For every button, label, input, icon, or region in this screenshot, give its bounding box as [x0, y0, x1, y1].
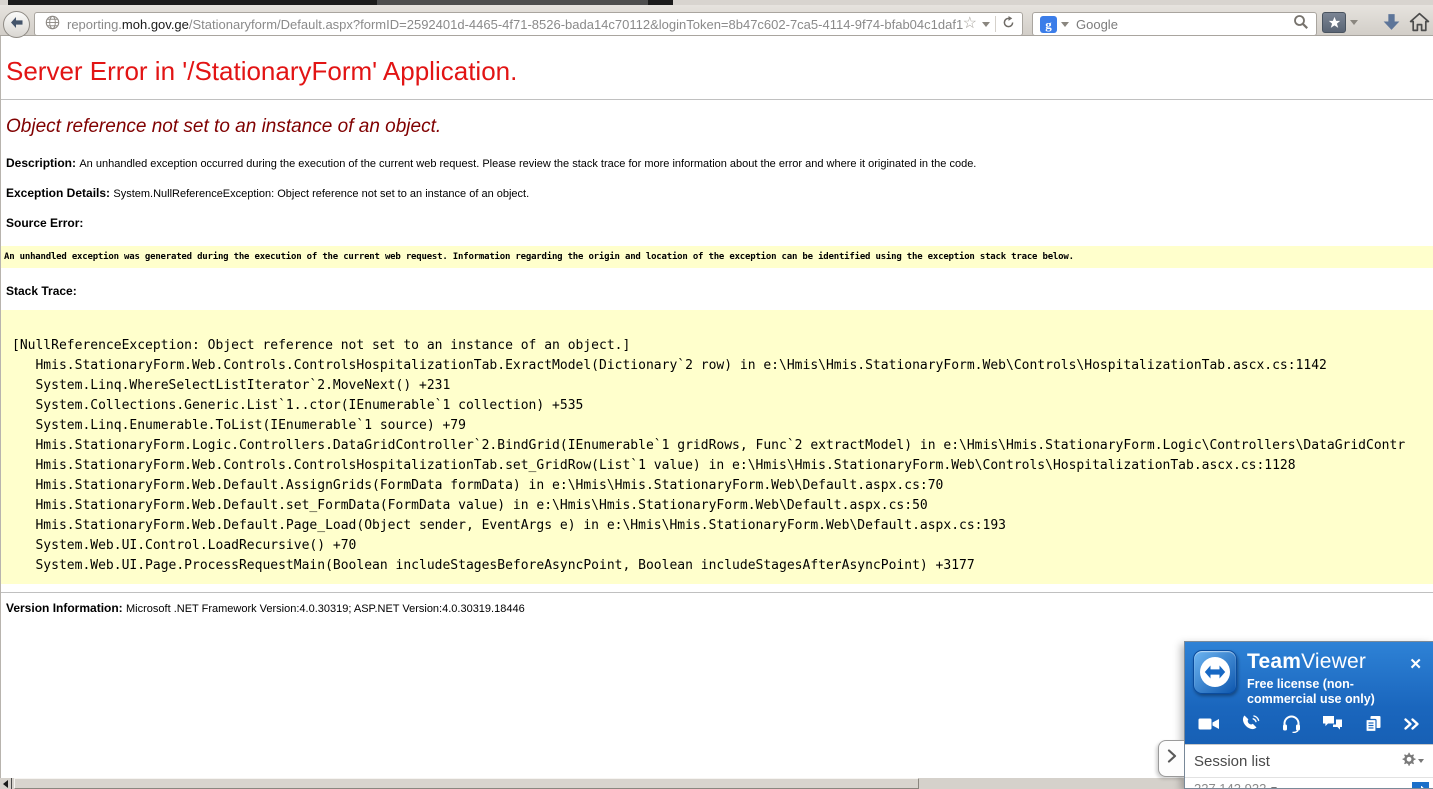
source-error-box: An unhandled exception was generated dur…	[0, 246, 1433, 268]
page-title: Server Error in '/StationaryForm' Applic…	[6, 56, 1433, 87]
bookmark-star-icon[interactable]: ☆	[963, 16, 977, 32]
browser-toolbar: reporting.moh.gov.ge/Stationaryform/Defa…	[0, 5, 1433, 36]
home-button[interactable]	[1409, 12, 1430, 37]
downloads-button[interactable]	[1381, 12, 1402, 38]
scroll-left-arrow-icon	[3, 780, 8, 788]
url-input[interactable]: reporting.moh.gov.ge/Stationaryform/Defa…	[34, 12, 1023, 36]
description-text: An unhandled exception occurred during t…	[79, 158, 976, 170]
more-actions-icon[interactable]	[1403, 717, 1420, 736]
back-button[interactable]	[3, 11, 30, 38]
gear-caret-icon	[1418, 759, 1424, 763]
reload-icon[interactable]	[1001, 15, 1016, 33]
gear-icon	[1401, 752, 1416, 771]
exception-details-text: System.NullReferenceException: Object re…	[113, 188, 529, 200]
file-transfer-icon[interactable]	[1364, 715, 1382, 738]
exception-details-line: Exception Details: System.NullReferenceE…	[6, 186, 1433, 200]
teamviewer-header: TeamViewer Free license (non-commercial …	[1185, 642, 1433, 708]
teamviewer-panel: TeamViewer Free license (non-commercial …	[1184, 641, 1433, 789]
search-engine-caret-icon[interactable]	[1061, 22, 1069, 27]
scrollbar-thumb[interactable]	[14, 778, 919, 789]
teamviewer-title: TeamViewer	[1247, 650, 1409, 674]
connect-button[interactable]	[1412, 782, 1429, 789]
exception-details-label: Exception Details:	[6, 186, 113, 200]
error-page: Server Error in '/StationaryForm' Applic…	[0, 36, 1433, 615]
divider	[995, 16, 996, 32]
divider	[0, 592, 1433, 593]
back-arrow-icon	[9, 16, 24, 34]
session-list-label: Session list	[1194, 753, 1270, 770]
version-information-line: Version Information: Microsoft .NET Fram…	[6, 601, 1433, 615]
teamviewer-title-rest: Viewer	[1301, 650, 1366, 673]
error-subtitle: Object reference not set to an instance …	[6, 116, 1433, 138]
teamviewer-collapse-tab[interactable]	[1158, 740, 1184, 777]
teamviewer-license-text: Free license (non-commercial use only)	[1247, 677, 1409, 707]
description-label: Description:	[6, 156, 79, 170]
url-text: reporting.moh.gov.ge/Stationaryform/Defa…	[67, 17, 963, 32]
video-call-icon[interactable]	[1198, 716, 1220, 737]
source-error-label: Source Error:	[6, 216, 1433, 230]
version-information-text: Microsoft .NET Framework Version:4.0.303…	[126, 603, 525, 615]
close-icon[interactable]: ✕	[1409, 655, 1422, 673]
headset-icon[interactable]	[1282, 715, 1301, 738]
globe-icon	[45, 15, 60, 33]
home-icon	[1409, 12, 1430, 37]
teamviewer-toolbar	[1185, 708, 1433, 744]
session-list-item[interactable]: 227 142 922	[1185, 777, 1433, 789]
bookmarks-star-icon	[1322, 12, 1346, 33]
chat-icon[interactable]	[1322, 715, 1343, 737]
search-magnifier-icon[interactable]	[1293, 14, 1309, 35]
url-path: /Stationaryform/Default.aspx?formID=2592…	[189, 17, 963, 32]
bookmarks-menu-button[interactable]	[1322, 12, 1358, 33]
url-domain: moh.gov.ge	[122, 17, 189, 32]
description-line: Description: An unhandled exception occu…	[6, 156, 1433, 170]
session-id: 227 142 922	[1194, 781, 1266, 789]
google-favicon: g	[1040, 16, 1057, 33]
scroll-left-button[interactable]	[0, 778, 12, 789]
version-information-label: Version Information:	[6, 601, 126, 615]
url-subdomain: reporting.	[67, 17, 122, 32]
download-arrow-icon	[1381, 12, 1402, 38]
teamviewer-title-bold: Team	[1247, 650, 1301, 673]
divider	[0, 99, 1433, 100]
session-settings-button[interactable]	[1401, 752, 1424, 771]
chevron-right-icon	[1167, 749, 1177, 768]
window-edge	[0, 36, 1, 789]
search-input[interactable]: g Google	[1032, 12, 1317, 36]
phone-call-icon[interactable]	[1241, 714, 1261, 738]
bookmarks-caret-icon	[1350, 20, 1358, 25]
session-list-header[interactable]: Session list	[1185, 744, 1433, 777]
stack-trace-label: Stack Trace:	[6, 284, 1433, 298]
stack-trace-box: [NullReferenceException: Object referenc…	[0, 310, 1433, 584]
url-dropdown-caret-icon[interactable]	[982, 22, 990, 27]
search-placeholder: Google	[1076, 17, 1293, 32]
teamviewer-logo-icon	[1193, 650, 1237, 694]
